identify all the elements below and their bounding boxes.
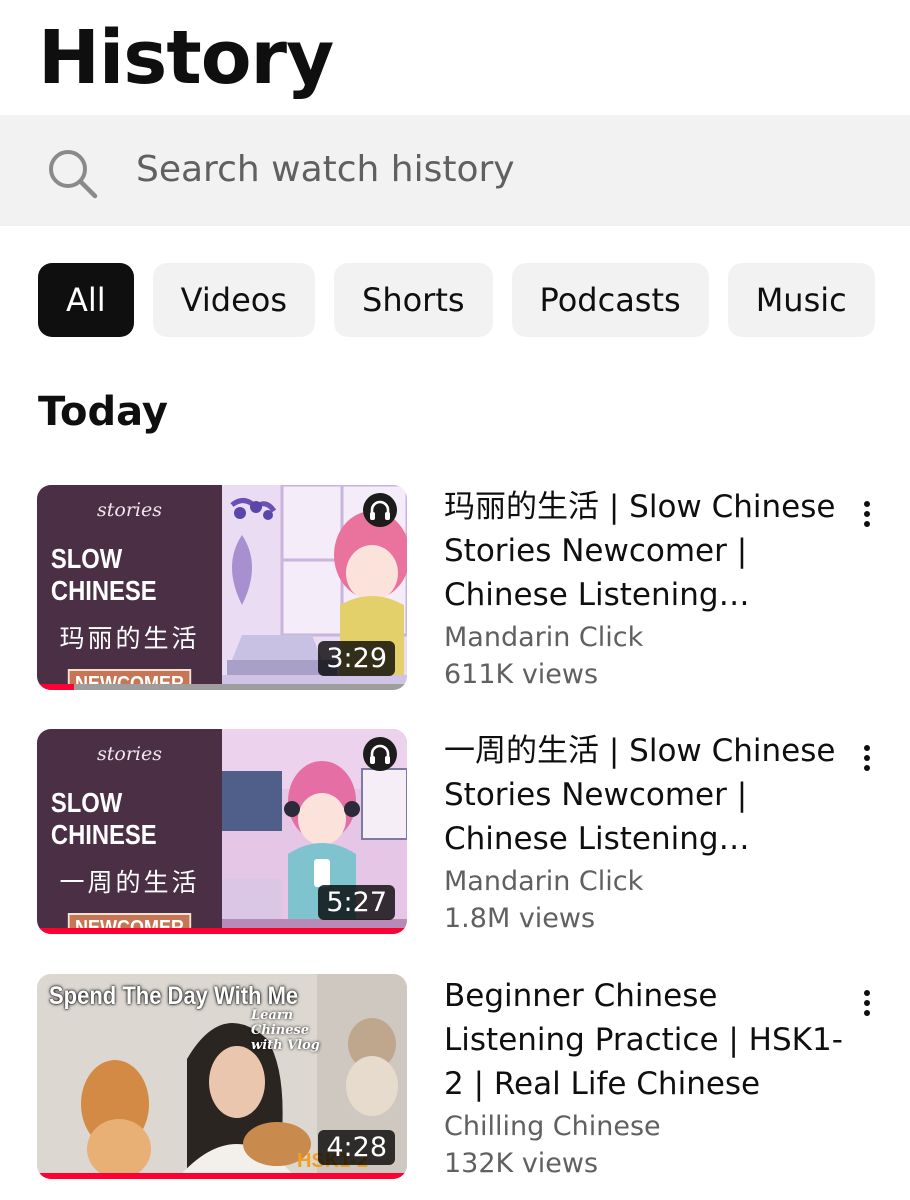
- video-item[interactable]: stories SLOW CHINESE 一周的生活 NEWCOMER 5:27…: [0, 729, 910, 937]
- watch-progress-fill: [37, 928, 407, 934]
- thumbnail-headline: SLOW CHINESE: [50, 543, 157, 606]
- thumbnail-tag: stories: [97, 499, 162, 521]
- chip-shorts[interactable]: Shorts: [334, 263, 493, 337]
- thumbnail-subtitle: 玛丽的生活: [59, 624, 200, 653]
- watch-progress-bar: [37, 684, 407, 690]
- video-title[interactable]: 一周的生活 | Slow Chinese Stories Newcomer | …: [444, 729, 844, 861]
- search-icon: [49, 150, 98, 199]
- page-title: History: [38, 15, 334, 101]
- video-thumbnail[interactable]: stories SLOW CHINESE 一周的生活 NEWCOMER 5:27: [37, 729, 407, 934]
- thumbnail-headline: SLOW CHINESE: [50, 787, 157, 850]
- section-title-today: Today: [38, 389, 168, 435]
- filter-chips: All Videos Shorts Podcasts Music: [38, 263, 875, 337]
- video-title[interactable]: 玛丽的生活 | Slow Chinese Stories Newcomer | …: [444, 485, 844, 617]
- video-views: 132K views: [444, 1148, 599, 1179]
- video-thumbnail[interactable]: stories SLOW CHINESE 玛丽的生活 NEWCOMER 3:29: [37, 485, 407, 690]
- video-channel[interactable]: Chilling Chinese: [444, 1108, 844, 1145]
- thumbnail-subtitle: 一周的生活: [59, 868, 200, 897]
- more-options-icon[interactable]: [852, 739, 882, 783]
- watch-progress-fill: [37, 684, 74, 690]
- video-meta: 玛丽的生活 | Slow Chinese Stories Newcomer | …: [444, 485, 844, 693]
- search-input[interactable]: [136, 139, 856, 199]
- search-bar[interactable]: [0, 115, 910, 226]
- video-title[interactable]: Beginner Chinese Listening Practice | HS…: [444, 974, 844, 1106]
- thumbnail-tag: stories: [97, 743, 162, 765]
- video-item[interactable]: stories SLOW CHINESE 玛丽的生活 NEWCOMER 3:29…: [0, 485, 910, 693]
- thumbnail-title-panel: stories SLOW CHINESE 玛丽的生活 NEWCOMER: [37, 485, 222, 690]
- video-views: 1.8M views: [444, 903, 596, 934]
- watch-progress-fill: [37, 1173, 407, 1179]
- chip-videos[interactable]: Videos: [152, 263, 315, 337]
- video-item[interactable]: Spend The Day With Me Learn Chinese with…: [0, 974, 910, 1182]
- thumbnail-headline: Spend The Day With Me: [49, 982, 299, 1010]
- thumbnail-title-panel: stories SLOW CHINESE 一周的生活 NEWCOMER: [37, 729, 222, 934]
- video-meta: 一周的生活 | Slow Chinese Stories Newcomer | …: [444, 729, 844, 937]
- more-options-icon[interactable]: [852, 984, 882, 1028]
- video-channel[interactable]: Mandarin Click: [444, 619, 844, 656]
- chip-podcasts[interactable]: Podcasts: [511, 263, 709, 337]
- watch-progress-bar: [37, 1173, 407, 1179]
- more-options-icon[interactable]: [852, 495, 882, 539]
- headphones-icon: [363, 737, 397, 771]
- watch-progress-bar: [37, 928, 407, 934]
- video-meta: Beginner Chinese Listening Practice | HS…: [444, 974, 844, 1182]
- video-thumbnail[interactable]: Spend The Day With Me Learn Chinese with…: [37, 974, 407, 1179]
- video-duration: 5:27: [318, 885, 395, 920]
- thumbnail-caption: Learn Chinese with Vlog: [251, 1008, 320, 1053]
- video-views: 611K views: [444, 659, 599, 690]
- video-channel[interactable]: Mandarin Click: [444, 863, 844, 900]
- video-duration: 3:29: [318, 641, 395, 676]
- chip-all[interactable]: All: [38, 263, 134, 337]
- video-duration: 4:28: [318, 1130, 395, 1165]
- chip-music[interactable]: Music: [727, 263, 875, 337]
- headphones-icon: [363, 493, 397, 527]
